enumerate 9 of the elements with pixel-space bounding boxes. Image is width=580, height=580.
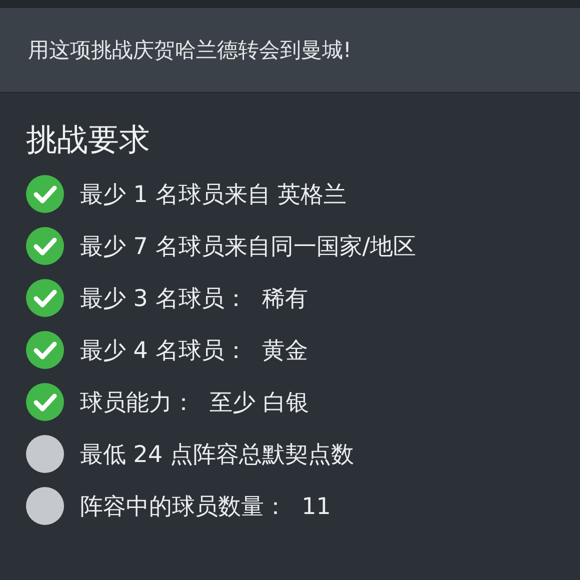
requirement-text: 最少 4 名球员： 黄金: [80, 336, 308, 366]
requirement-text: 最少 1 名球员来自 英格兰: [80, 180, 347, 210]
requirement-text: 最少 3 名球员： 稀有: [80, 284, 308, 314]
requirement-text: 最低 24 点阵容总默契点数: [80, 440, 354, 470]
section-title: 挑战要求: [26, 121, 151, 160]
requirement-text: 阵容中的球员数量： 11: [80, 492, 331, 522]
requirement-text: 最少 7 名球员来自同一国家/地区: [80, 232, 416, 262]
requirement-text: 球员能力： 至少 白银: [80, 388, 309, 418]
banner-text: 用这项挑战庆贺哈兰德转会到曼城!: [28, 37, 352, 64]
